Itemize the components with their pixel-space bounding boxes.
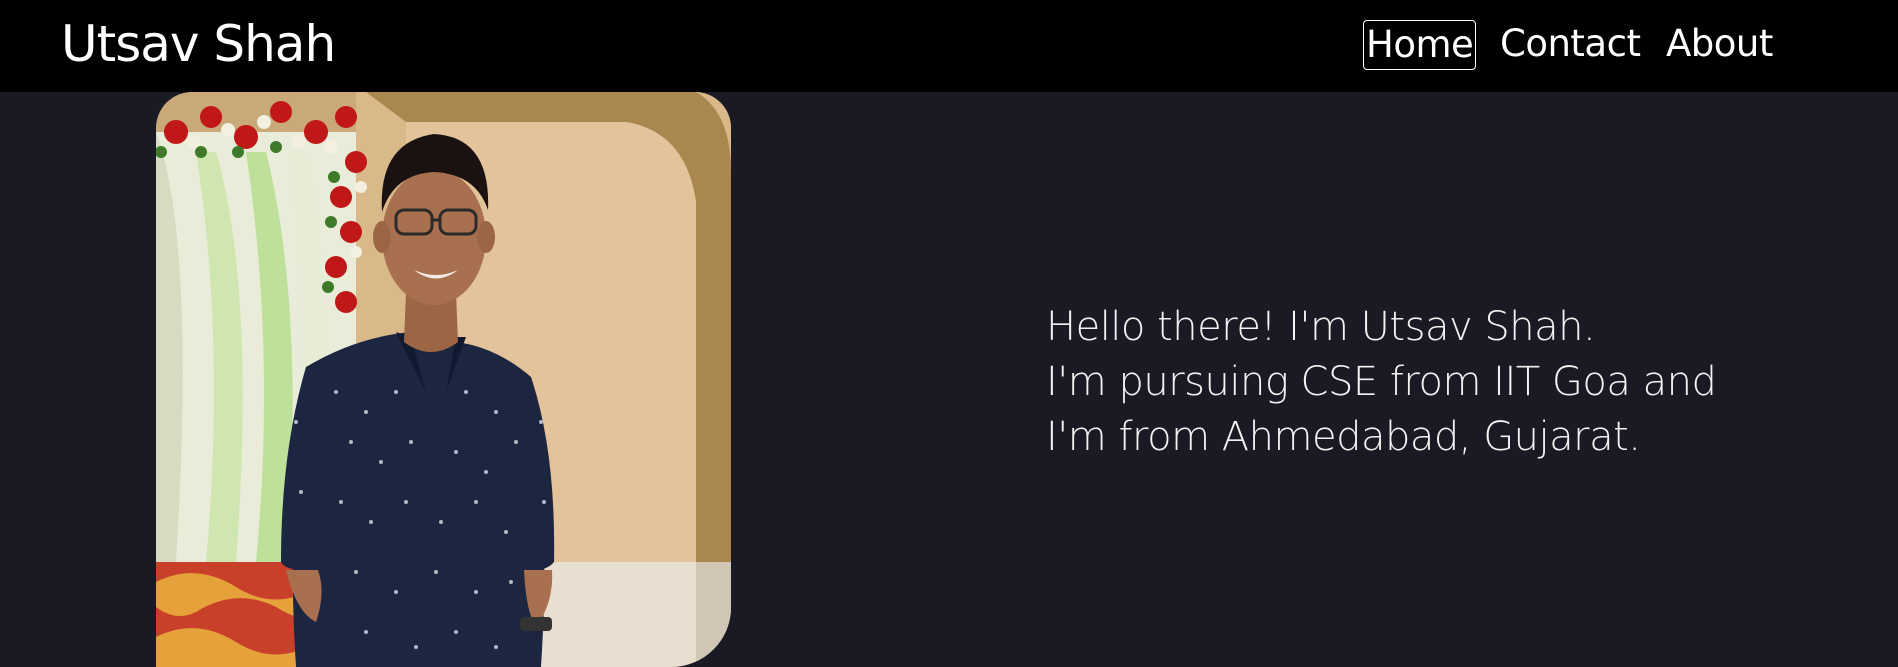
site-brand[interactable]: Utsav Shah (61, 14, 336, 74)
intro-line-greeting: Hello there! I'm Utsav Shah. (1046, 304, 1596, 350)
nav-link-contact[interactable]: Contact (1500, 20, 1641, 70)
nav-link-home[interactable]: Home (1363, 20, 1476, 70)
nav-link-about[interactable]: About (1666, 20, 1773, 70)
navbar: Utsav Shah Home Contact About (0, 0, 1898, 92)
intro-line-education: I'm pursuing CSE from IIT Goa and (1046, 359, 1717, 405)
profile-photo (156, 92, 731, 667)
intro-line-location: I'm from Ahmedabad, Gujarat. (1046, 414, 1641, 460)
intro-text: Hello there! I'm Utsav Shah. I'm pursuin… (1046, 300, 1717, 465)
